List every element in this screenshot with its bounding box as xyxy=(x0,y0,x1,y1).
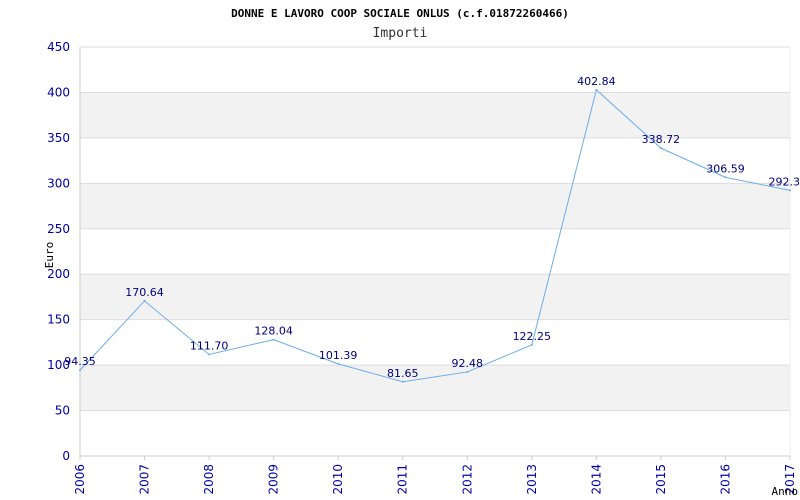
plot-bands xyxy=(80,92,790,411)
data-point xyxy=(337,362,340,365)
y-tick-label: 0 xyxy=(62,449,70,463)
y-tick-label: 300 xyxy=(47,176,70,190)
data-point xyxy=(595,88,598,91)
x-tick-label: 2010 xyxy=(331,464,345,495)
data-point xyxy=(208,353,211,356)
data-point xyxy=(724,176,727,179)
x-tick-label: 2008 xyxy=(202,464,216,495)
y-tick-label: 150 xyxy=(47,313,70,327)
data-point xyxy=(143,299,146,302)
x-tick-label: 2006 xyxy=(73,464,87,495)
data-label: 81.65 xyxy=(387,367,419,380)
x-tick-label: 2013 xyxy=(525,464,539,495)
grid-band xyxy=(80,365,790,411)
x-tick-label: 2011 xyxy=(396,464,410,495)
y-tick-label: 200 xyxy=(47,267,70,281)
grid-band xyxy=(80,92,790,138)
y-tick-label: 50 xyxy=(55,404,70,418)
x-axis-ticks: 2006 2007 2008 2009 2010 2011 2012 2013 2014 2015… xyxy=(73,456,797,495)
data-point xyxy=(79,369,81,372)
data-point xyxy=(401,380,404,383)
x-tick-label: 2007 xyxy=(138,464,152,495)
x-tick-label: 2012 xyxy=(460,464,474,495)
data-label: 170.64 xyxy=(125,286,164,299)
x-tick-label: 2014 xyxy=(589,464,603,495)
data-label: 292.3 xyxy=(769,175,800,188)
x-tick-label: 2009 xyxy=(267,464,281,495)
data-label: 111.70 xyxy=(190,339,229,352)
grid-band xyxy=(80,274,790,320)
grid-band xyxy=(80,183,790,229)
line-chart: DONNE E LAVORO COOP SOCIALE ONLUS (c.f.0… xyxy=(43,7,800,498)
y-tick-label: 450 xyxy=(47,40,70,54)
data-point xyxy=(530,343,533,346)
data-label: 306.59 xyxy=(706,162,745,175)
x-tick-label: 2015 xyxy=(654,464,668,495)
y-tick-label: 400 xyxy=(47,85,70,99)
data-label: 122.25 xyxy=(513,330,552,343)
x-tick-label: 2016 xyxy=(718,464,732,495)
data-label: 92.48 xyxy=(452,357,484,370)
data-label: 94.35 xyxy=(64,355,96,368)
chart-title: DONNE E LAVORO COOP SOCIALE ONLUS (c.f.0… xyxy=(231,7,569,20)
data-label: 402.84 xyxy=(577,75,616,88)
data-point xyxy=(466,370,469,373)
data-label: 128.04 xyxy=(254,325,293,338)
data-point xyxy=(789,189,791,192)
data-label: 338.72 xyxy=(642,133,681,146)
y-tick-label: 350 xyxy=(47,131,70,145)
y-tick-label: 250 xyxy=(47,222,70,236)
data-point xyxy=(659,147,662,150)
y-axis-label: Euro xyxy=(43,242,56,269)
data-label: 101.39 xyxy=(319,349,358,362)
x-axis-label: Anno xyxy=(772,485,799,498)
data-point xyxy=(272,338,275,341)
chart-subtitle: Importi xyxy=(373,26,428,41)
